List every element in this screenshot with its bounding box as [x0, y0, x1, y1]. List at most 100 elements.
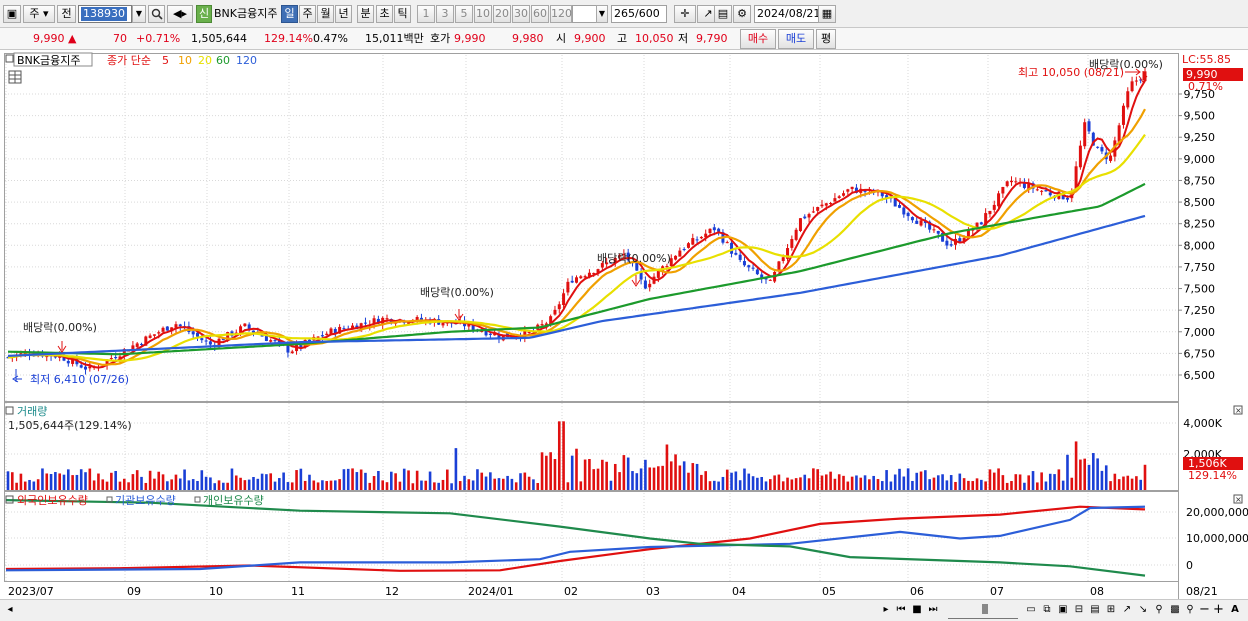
candle-body: [204, 340, 208, 342]
candle-body: [842, 193, 846, 196]
candle-body: [1100, 147, 1104, 152]
volume-bar: [626, 457, 630, 490]
evaluation-button[interactable]: 평: [816, 29, 836, 49]
volume-bar: [609, 480, 613, 490]
volume-bar: [545, 455, 548, 490]
volume-bar: [880, 481, 884, 490]
candle-body: [79, 365, 83, 368]
volume-bar: [579, 481, 583, 490]
code-dropdown-icon[interactable]: ▼: [132, 5, 146, 23]
layout-icon-3[interactable]: ▣: [1057, 602, 1069, 618]
interval-button[interactable]: 120: [550, 5, 572, 23]
crosshair-icon[interactable]: ✛: [674, 5, 696, 23]
volume-bar: [1048, 473, 1052, 490]
candle-body: [527, 331, 531, 333]
volume-bar: [428, 471, 432, 490]
volume-bar: [557, 421, 561, 490]
tool-icon-3[interactable]: ⚲: [1153, 602, 1165, 618]
volume-bar: [295, 470, 298, 490]
interval-button[interactable]: 20: [493, 5, 511, 23]
fast-forward-icon[interactable]: ⏭: [926, 602, 940, 618]
volume-bar: [1031, 471, 1035, 490]
stop-icon[interactable]: ■: [911, 602, 923, 618]
zoom-in-icon[interactable]: +: [1213, 602, 1224, 618]
layout-icon-1[interactable]: ▭: [1025, 602, 1037, 618]
settings-gear-icon[interactable]: ⚙: [733, 5, 751, 23]
stock-code-input[interactable]: 138930: [78, 5, 132, 23]
volume-bar: [166, 481, 169, 490]
candle-body: [781, 257, 785, 262]
candle-body: [208, 341, 212, 345]
zoom-slider-handle[interactable]: [982, 604, 988, 614]
search-small-icon[interactable]: ⚲: [1185, 602, 1195, 618]
layout-icon-2[interactable]: ⧉: [1041, 602, 1053, 618]
speaker-icon[interactable]: ◀▸: [167, 5, 193, 23]
save-icon[interactable]: ▤: [714, 5, 732, 23]
candle-body: [247, 324, 251, 329]
interval-button[interactable]: 30: [512, 5, 530, 23]
volume-bar: [842, 475, 845, 490]
tool-icon-2[interactable]: ↘: [1137, 602, 1149, 618]
price-axis-tick: 9,250: [1184, 131, 1216, 144]
volume-bar: [338, 479, 341, 490]
volume-bar: [777, 474, 781, 490]
interval-button[interactable]: 1: [417, 5, 435, 23]
period-button[interactable]: 주: [299, 5, 316, 23]
volume-bar: [1070, 477, 1074, 490]
volume-bar: [278, 478, 281, 490]
volume-bar: [308, 474, 311, 490]
market-type-select[interactable]: 주 ▾: [23, 5, 55, 23]
interval-button[interactable]: 5: [455, 5, 473, 23]
candle-body: [837, 196, 841, 198]
tool-icon-4[interactable]: ▩: [1169, 602, 1181, 618]
buy-button[interactable]: 매수: [740, 29, 776, 49]
period-button[interactable]: 분: [357, 5, 374, 23]
x-axis-label: 2023/07: [8, 585, 54, 598]
period-button[interactable]: 틱: [394, 5, 411, 23]
stock-chart[interactable]: 9,7509,5009,2509,0008,7508,5008,2508,000…: [0, 50, 1248, 599]
font-size-icon[interactable]: A: [1229, 602, 1241, 618]
interval-button[interactable]: 10: [474, 5, 492, 23]
volume-bar: [941, 474, 944, 490]
count-input[interactable]: 265/600: [611, 5, 667, 23]
volume-bar: [1040, 472, 1043, 490]
period-button[interactable]: 초: [376, 5, 393, 23]
tool-icon-1[interactable]: ↗: [1121, 602, 1133, 618]
sell-button[interactable]: 매도: [778, 29, 814, 49]
interval-button[interactable]: 60: [531, 5, 549, 23]
period-button[interactable]: 년: [335, 5, 352, 23]
candle-body: [178, 324, 182, 327]
volume-bar: [32, 481, 36, 490]
price-axis-tick: 7,750: [1184, 261, 1216, 274]
rewind-icon[interactable]: ⏮: [894, 602, 908, 618]
interval-button[interactable]: 3: [436, 5, 454, 23]
volume-bar: [458, 481, 462, 490]
zoom-out-icon[interactable]: −: [1199, 602, 1210, 618]
candle-body: [264, 335, 268, 341]
volume-bar: [829, 471, 832, 490]
volume-bar: [553, 459, 557, 490]
prev-stock-button[interactable]: 전: [57, 5, 76, 23]
volume-bar: [713, 480, 716, 490]
bid-price: 9,980: [512, 32, 544, 45]
layout-icon-6[interactable]: ⊞: [1105, 602, 1117, 618]
period-button[interactable]: 월: [317, 5, 334, 23]
interval-dropdown-icon[interactable]: ▼: [596, 5, 608, 23]
volume-bar: [562, 421, 565, 490]
volume-bar: [441, 479, 445, 490]
layout-icon-5[interactable]: ▤: [1089, 602, 1101, 618]
volume-bar: [84, 472, 87, 490]
chart-scrollbar[interactable]: ◂ ▸ ⏮ ■ ⏭ ▭ ⧉ ▣ ⊟ ▤ ⊞ ↗ ↘ ⚲ ▩ ⚲ − + A: [0, 599, 1248, 621]
candle-body: [1005, 181, 1009, 187]
candle-body: [902, 207, 906, 215]
period-button[interactable]: 일: [281, 5, 298, 23]
candle-body: [846, 189, 850, 192]
x-axis-label: 2024/01: [468, 585, 514, 598]
search-icon[interactable]: [148, 5, 165, 23]
scroll-right-icon[interactable]: ▸: [880, 602, 892, 618]
scroll-left-icon[interactable]: ◂: [4, 602, 16, 618]
candle-body: [251, 330, 255, 333]
chart-menu-icon[interactable]: ▣: [3, 5, 21, 23]
calendar-icon[interactable]: ▦: [818, 5, 836, 23]
layout-icon-4[interactable]: ⊟: [1073, 602, 1085, 618]
